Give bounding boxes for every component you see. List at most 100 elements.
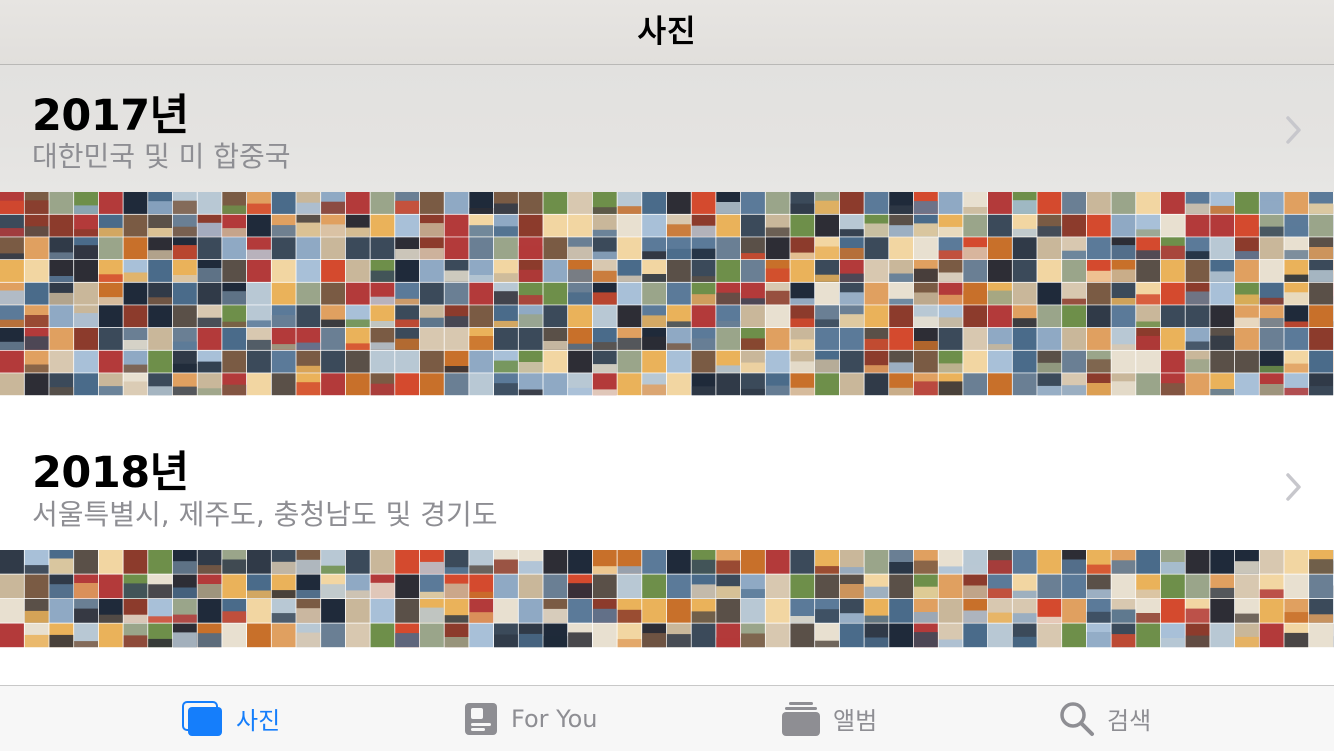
photo-thumbnail[interactable] (173, 550, 197, 574)
photo-thumbnail[interactable] (642, 260, 666, 282)
photo-thumbnail[interactable] (321, 575, 345, 599)
photo-thumbnail[interactable] (642, 283, 666, 305)
photo-thumbnail[interactable] (395, 260, 419, 282)
photo-thumbnail[interactable] (222, 550, 246, 574)
photo-thumbnail[interactable] (1309, 599, 1333, 623)
photo-thumbnail[interactable] (889, 351, 913, 373)
photo-thumbnail[interactable] (1235, 575, 1259, 599)
photo-thumbnail[interactable] (272, 550, 296, 574)
photo-thumbnail[interactable] (766, 283, 790, 305)
photo-thumbnail[interactable] (1260, 575, 1284, 599)
photo-thumbnail[interactable] (939, 599, 963, 623)
photo-thumbnail[interactable] (1037, 215, 1061, 237)
photo-thumbnail[interactable] (1037, 328, 1061, 350)
photo-thumbnail[interactable] (494, 351, 518, 373)
photo-thumbnail[interactable] (815, 237, 839, 259)
photo-thumbnail[interactable] (148, 550, 172, 574)
photo-thumbnail[interactable] (346, 351, 370, 373)
photo-thumbnail[interactable] (49, 351, 73, 373)
photo-thumbnail[interactable] (716, 373, 740, 395)
photo-thumbnail[interactable] (1284, 215, 1308, 237)
photo-thumbnail[interactable] (865, 283, 889, 305)
photo-thumbnail[interactable] (667, 283, 691, 305)
photo-thumbnail[interactable] (1087, 283, 1111, 305)
photo-thumbnail[interactable] (247, 624, 271, 648)
photo-thumbnail[interactable] (1235, 283, 1259, 305)
photo-thumbnail[interactable] (247, 237, 271, 259)
photo-thumbnail[interactable] (543, 305, 567, 327)
photo-thumbnail[interactable] (642, 373, 666, 395)
photo-thumbnail[interactable] (222, 328, 246, 350)
photo-thumbnail[interactable] (766, 305, 790, 327)
photo-thumbnail[interactable] (420, 328, 444, 350)
photo-thumbnail[interactable] (1062, 215, 1086, 237)
photo-thumbnail[interactable] (1013, 192, 1037, 214)
photo-thumbnail[interactable] (543, 328, 567, 350)
photo-thumbnail[interactable] (741, 373, 765, 395)
photo-thumbnail[interactable] (1309, 373, 1333, 395)
photo-thumbnail[interactable] (1284, 237, 1308, 259)
photo-thumbnail[interactable] (1062, 575, 1086, 599)
photo-thumbnail[interactable] (371, 328, 395, 350)
photo-thumbnail[interactable] (692, 305, 716, 327)
photo-thumbnail[interactable] (247, 305, 271, 327)
photo-thumbnail[interactable] (815, 599, 839, 623)
photo-thumbnail[interactable] (173, 260, 197, 282)
photo-thumbnail[interactable] (494, 550, 518, 574)
photo-thumbnail[interactable] (173, 215, 197, 237)
photo-thumbnail[interactable] (790, 373, 814, 395)
photo-thumbnail[interactable] (667, 575, 691, 599)
photo-thumbnail[interactable] (667, 237, 691, 259)
photo-thumbnail[interactable] (889, 575, 913, 599)
photo-thumbnail[interactable] (1186, 351, 1210, 373)
photo-thumbnail[interactable] (1161, 624, 1185, 648)
photo-thumbnail[interactable] (99, 260, 123, 282)
photo-thumbnail[interactable] (371, 237, 395, 259)
photo-thumbnail[interactable] (790, 624, 814, 648)
photo-thumbnail[interactable] (568, 575, 592, 599)
photo-thumbnail[interactable] (469, 260, 493, 282)
photo-thumbnail[interactable] (790, 237, 814, 259)
photo-thumbnail[interactable] (469, 328, 493, 350)
photo-thumbnail[interactable] (840, 351, 864, 373)
photo-thumbnail[interactable] (914, 305, 938, 327)
photo-thumbnail[interactable] (865, 624, 889, 648)
photo-thumbnail[interactable] (272, 215, 296, 237)
photo-thumbnail[interactable] (1309, 624, 1333, 648)
photo-thumbnail[interactable] (346, 192, 370, 214)
photo-thumbnail[interactable] (1260, 351, 1284, 373)
photo-thumbnail[interactable] (247, 215, 271, 237)
photo-thumbnail[interactable] (1087, 599, 1111, 623)
photo-thumbnail[interactable] (1260, 550, 1284, 574)
photo-thumbnail[interactable] (1161, 237, 1185, 259)
photo-thumbnail[interactable] (1013, 237, 1037, 259)
photo-thumbnail[interactable] (247, 599, 271, 623)
photo-thumbnail[interactable] (939, 575, 963, 599)
photo-thumbnail[interactable] (1309, 237, 1333, 259)
photo-thumbnail[interactable] (494, 283, 518, 305)
photo-thumbnail[interactable] (247, 283, 271, 305)
photo-thumbnail[interactable] (1161, 215, 1185, 237)
photo-thumbnail[interactable] (1112, 260, 1136, 282)
photo-thumbnail[interactable] (1260, 260, 1284, 282)
photo-thumbnail[interactable] (148, 351, 172, 373)
photo-thumbnail[interactable] (568, 192, 592, 214)
photo-thumbnail[interactable] (395, 624, 419, 648)
photo-thumbnail[interactable] (642, 237, 666, 259)
photo-thumbnail[interactable] (296, 260, 320, 282)
photo-thumbnail[interactable] (1037, 305, 1061, 327)
photo-thumbnail[interactable] (716, 550, 740, 574)
photo-thumbnail[interactable] (667, 550, 691, 574)
photo-thumbnail[interactable] (1284, 260, 1308, 282)
photo-thumbnail[interactable] (642, 550, 666, 574)
photo-thumbnail[interactable] (395, 550, 419, 574)
photo-thumbnail[interactable] (692, 624, 716, 648)
photo-thumbnail[interactable] (173, 328, 197, 350)
photo-thumbnail[interactable] (939, 305, 963, 327)
photo-thumbnail[interactable] (371, 599, 395, 623)
photo-thumbnail[interactable] (0, 260, 24, 282)
photo-thumbnail[interactable] (667, 599, 691, 623)
photo-thumbnail[interactable] (988, 550, 1012, 574)
photo-thumbnail[interactable] (1210, 328, 1234, 350)
photo-thumbnail[interactable] (889, 305, 913, 327)
